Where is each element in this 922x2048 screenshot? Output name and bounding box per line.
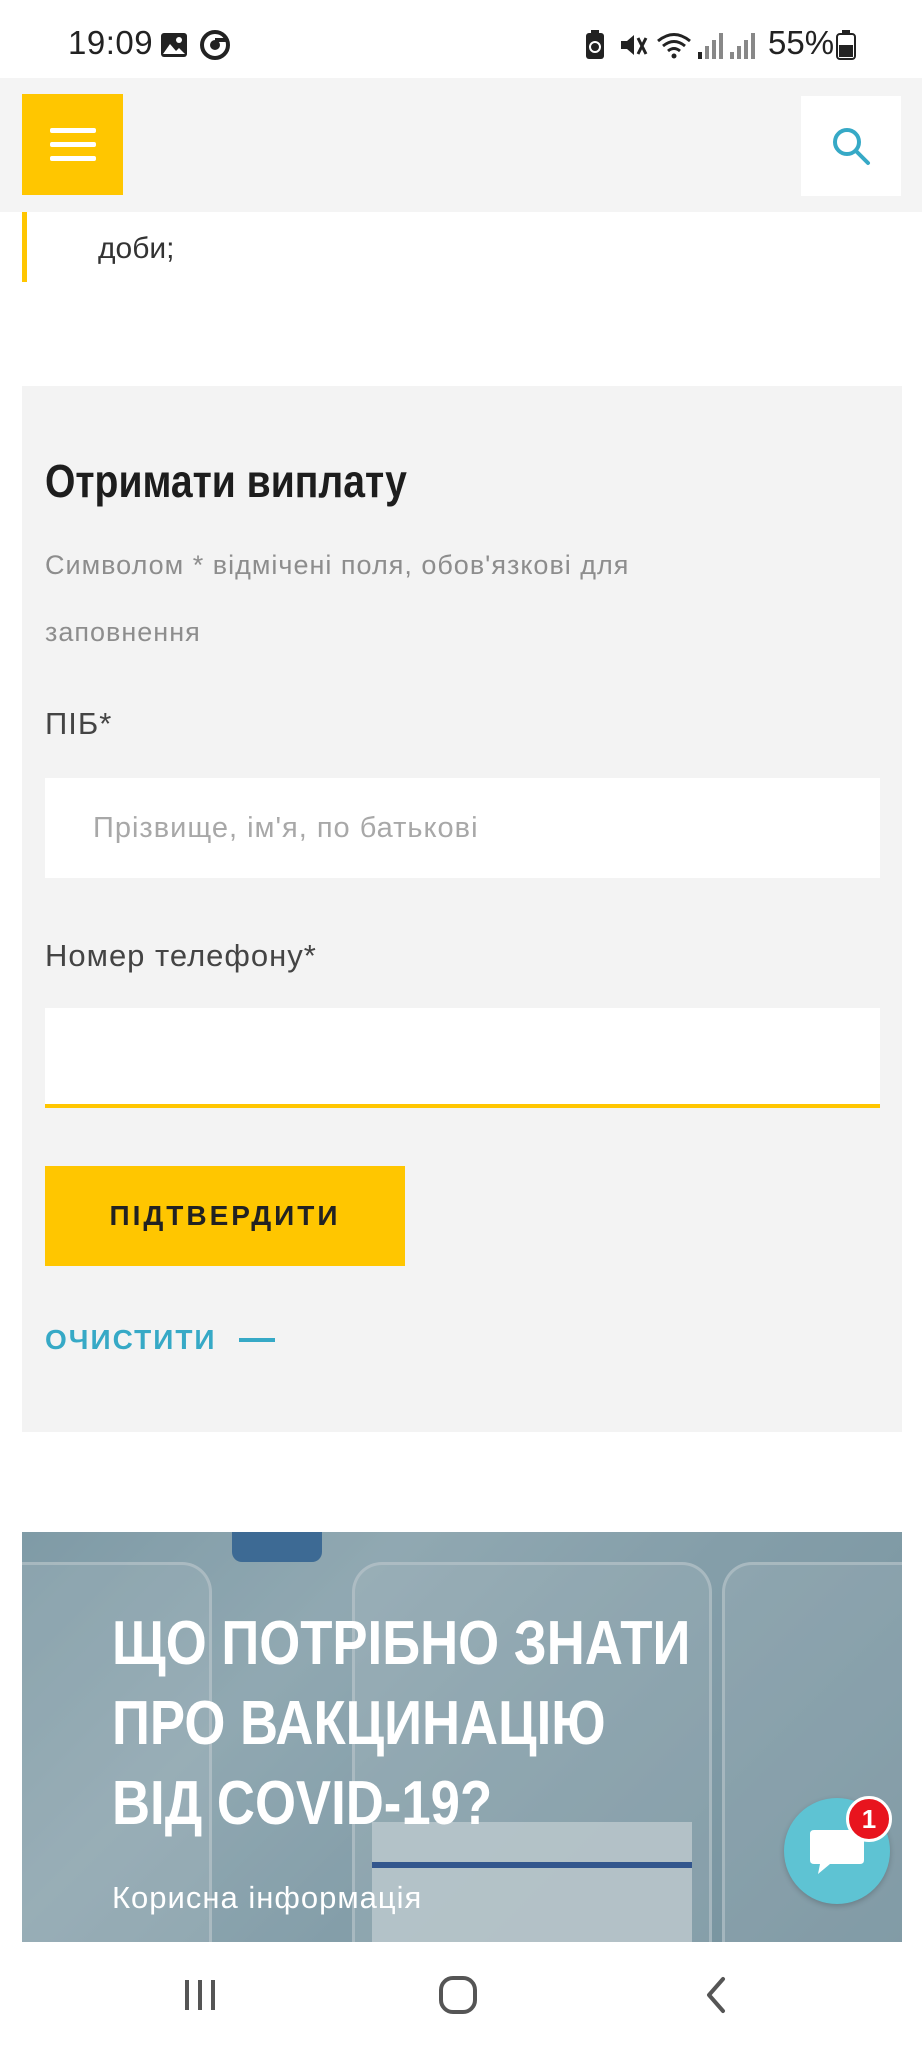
system-nav-bar <box>0 1942 922 2048</box>
quote-text: доби; <box>98 232 175 265</box>
status-bar: 19:09 55% <box>0 0 922 78</box>
article-category[interactable]: Корисна інформація <box>112 1880 422 1916</box>
form-title: Отримати виплату <box>45 455 407 507</box>
back-button[interactable] <box>686 1968 746 2022</box>
home-button[interactable] <box>428 1968 488 2022</box>
phone-input[interactable] <box>45 1008 880 1108</box>
battery-icon <box>836 30 856 60</box>
phone-label: Номер телефону* <box>45 938 317 973</box>
back-icon <box>707 1977 725 2013</box>
hamburger-menu-icon <box>49 128 96 133</box>
clear-button[interactable]: ОЧИСТИТИ <box>45 1324 275 1356</box>
mute-icon <box>621 35 648 55</box>
full-name-label: ПІБ* <box>45 706 113 741</box>
full-name-input[interactable] <box>45 778 880 878</box>
payment-form: Отримати виплату Символом * відмічені по… <box>22 386 902 1432</box>
article-title[interactable]: ЩО ПОТРІБНО ЗНАТИ ПРО ВАКЦИНАЦІЮ ВІД COV… <box>112 1604 707 1844</box>
hamburger-menu-icon-line <box>49 142 96 147</box>
search-icon <box>833 128 870 165</box>
chrome-icon <box>200 30 230 60</box>
gallery-icon <box>161 33 187 57</box>
recent-apps-button[interactable] <box>170 1968 230 2022</box>
site-header <box>0 78 922 212</box>
battery-saver-icon <box>586 30 604 59</box>
chat-notification-badge: 1 <box>846 1796 892 1842</box>
required-fields-note: Символом * відмічені поля, обов'язкові д… <box>45 550 630 647</box>
dash-icon <box>238 1338 275 1342</box>
signal-icon <box>698 33 723 59</box>
home-icon <box>439 1976 477 2014</box>
quote-accent-bar <box>22 212 27 282</box>
clear-label: ОЧИСТИТИ <box>45 1324 217 1355</box>
battery-percent: 55% <box>768 24 835 61</box>
wifi-icon <box>657 33 691 59</box>
recent-apps-icon <box>185 1980 215 2010</box>
search-button[interactable] <box>801 96 901 196</box>
article-card[interactable]: ЩО ПОТРІБНО ЗНАТИ ПРО ВАКЦИНАЦІЮ ВІД COV… <box>22 1532 902 1942</box>
signal-icon <box>730 33 755 59</box>
submit-button[interactable]: ПІДТВЕРДИТИ <box>45 1166 405 1266</box>
hamburger-menu-icon-line <box>49 156 96 161</box>
hamburger-menu-button[interactable] <box>22 94 123 195</box>
status-time: 19:09 <box>68 24 154 61</box>
